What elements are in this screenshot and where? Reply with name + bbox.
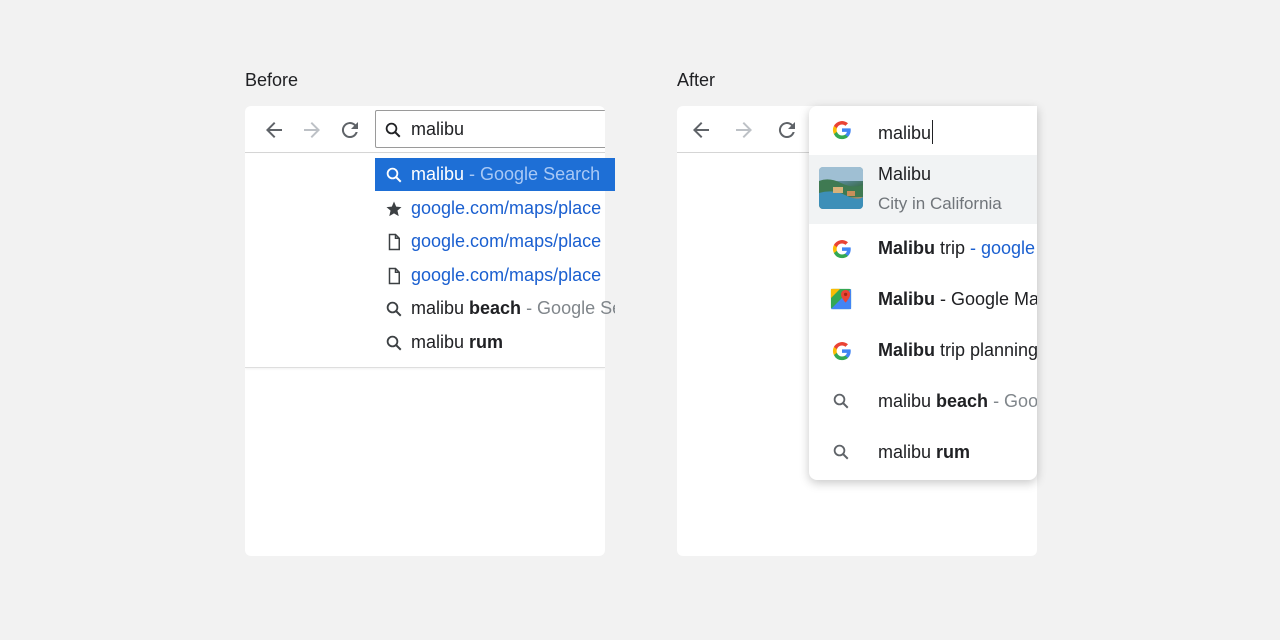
before-toolbar: malibu [245,106,605,153]
search-icon [832,392,850,415]
suggestion-bold-text: beach [936,391,989,411]
suggestion-row[interactable]: malibu rum [375,326,615,359]
suggestion-bold-text: Malibu [878,289,935,309]
search-icon [385,166,403,189]
forward-icon[interactable] [300,118,324,142]
back-icon[interactable] [689,118,713,142]
suggestion-text: - Google Maps [940,289,1037,309]
entity-suggestion[interactable]: Malibu City in California [809,155,1037,224]
suggestion-row[interactable]: google.com/maps/place [375,259,615,292]
suggestion-text: malibu [878,442,937,462]
suggestion-description: - Google Search [993,391,1037,411]
suggestion-row[interactable]: google.com/maps/place [375,225,615,258]
suggestion-bold-text: Malibu [878,340,935,360]
entity-subtitle: City in California [878,194,1002,213]
suggestion-bold-text: rum [469,332,504,352]
suggestion-bold-text: Malibu [878,238,935,258]
omnibox-input[interactable]: malibu [375,110,605,148]
suggestion-url: google.com/maps/place [411,264,602,285]
text-caret [932,120,934,144]
suggestion-row[interactable]: google.com/maps/place [375,192,615,225]
entity-title: Malibu [878,164,932,184]
suggestion-text: malibu [411,298,470,319]
suggestion-url: google.com/maps/place [411,197,602,218]
omnibox-popup: malibu Malibu City in California Malibu … [809,106,1037,480]
suggestion-row[interactable]: malibu rum [809,428,1037,479]
back-icon[interactable] [262,118,286,142]
omnibox-input[interactable]: malibu [809,106,1037,155]
after-label: After [677,70,716,90]
omnibox-text: malibu [878,123,932,143]
google-icon [832,239,852,264]
page-icon [385,267,403,290]
suggestion-url: google.com/maps/place [411,231,602,252]
google-icon [832,341,852,366]
before-label: Before [245,70,299,90]
suggestion-text: trip planning [935,340,1037,360]
omnibox-text: malibu [411,119,465,139]
suggestion-row[interactable]: malibu beach - Google Search [375,292,615,325]
suggestion-text: trip [935,238,966,258]
forward-icon[interactable] [732,118,756,142]
suggestion-row[interactable]: Malibu trip planning [809,326,1037,377]
search-icon [385,334,403,357]
star-icon [385,200,403,223]
reload-icon[interactable] [338,118,362,142]
suggestion-row[interactable]: Malibu trip - google [809,224,1037,275]
suggestion-description: - Google Search [464,164,601,184]
suggestion-text: malibu [411,332,470,352]
malibu-thumbnail-image [819,167,863,209]
suggestion-row[interactable]: malibu beach - Google Search [809,377,1037,428]
suggestion-text: malibu [878,391,937,411]
suggestion-description: - google [965,238,1036,258]
suggestion-bold-text: rum [936,442,971,462]
suggestion-description: - Google Search [526,298,615,319]
suggestion-text: malibu [411,164,465,184]
maps-icon [830,288,852,315]
suggestion-row[interactable]: malibu - Google Search [375,158,615,191]
search-icon [832,443,850,466]
page-icon [385,233,403,256]
search-icon [385,300,403,323]
google-icon [832,120,852,145]
reload-icon[interactable] [775,118,799,142]
search-icon [384,121,402,144]
suggestion-bold-text: beach [469,298,522,319]
suggestion-row[interactable]: Malibu - Google Maps [809,275,1037,326]
